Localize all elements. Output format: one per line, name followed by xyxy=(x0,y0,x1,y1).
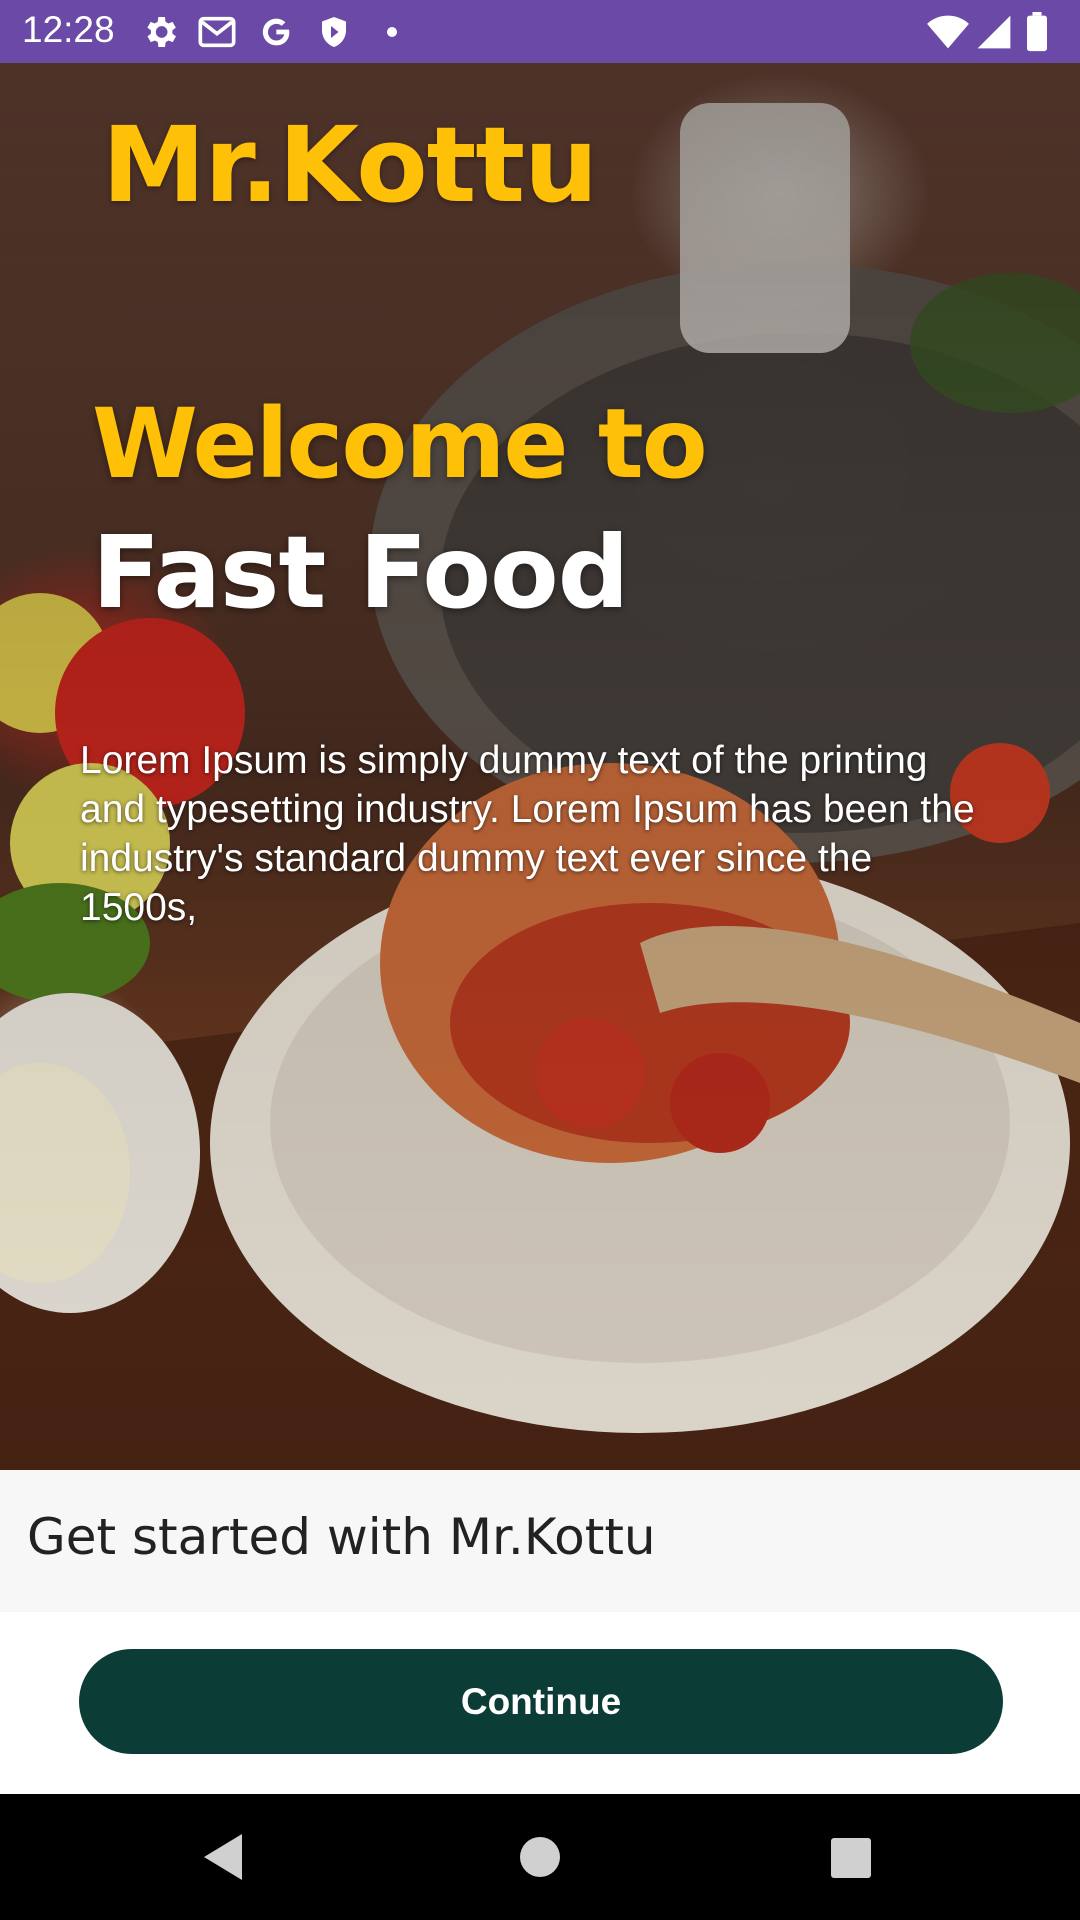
battery-icon xyxy=(1027,12,1047,52)
dot-icon xyxy=(387,27,397,37)
get-started-text: Get started with Mr.Kottu xyxy=(27,1508,656,1566)
status-time: 12:28 xyxy=(22,9,115,50)
brand-title: Mr.Kottu xyxy=(102,104,598,226)
google-icon xyxy=(262,18,290,46)
hero-description: Lorem Ipsum is simply dummy text of the … xyxy=(80,739,975,929)
recents-icon[interactable] xyxy=(815,1824,885,1890)
signal-icon xyxy=(977,15,1011,49)
welcome-heading: Welcome to xyxy=(92,388,708,500)
shield-icon xyxy=(322,17,346,47)
continue-button[interactable]: Continue xyxy=(79,1649,1003,1754)
status-icons-right xyxy=(926,12,1066,52)
wifi-icon xyxy=(927,15,969,49)
navigation-bar xyxy=(0,1794,1080,1920)
back-icon[interactable] xyxy=(190,1824,260,1890)
gmail-icon xyxy=(198,16,236,48)
headline-fast-food: Fast Food xyxy=(92,514,629,631)
home-icon[interactable] xyxy=(505,1824,575,1890)
settings-icon xyxy=(147,17,176,47)
status-bar: 12:28 xyxy=(0,0,1080,63)
